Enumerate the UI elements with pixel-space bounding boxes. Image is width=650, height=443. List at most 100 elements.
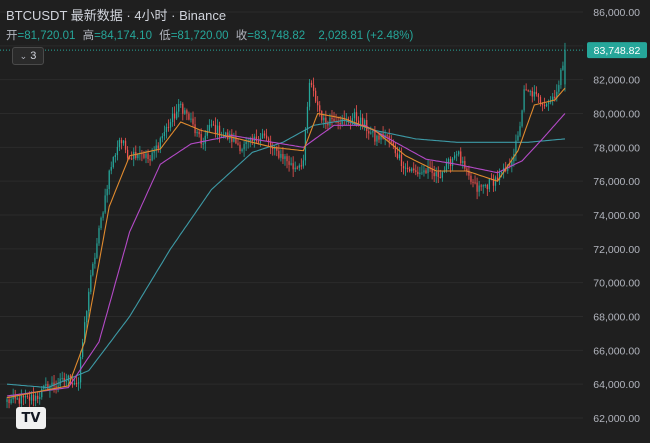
candle-body: [216, 125, 219, 134]
y-tick-label: 70,000.00: [593, 278, 640, 290]
indicators-toggle-button[interactable]: ⌄ 3: [12, 47, 44, 65]
last-price-badge-label: 83,748.82: [594, 45, 641, 57]
y-tick-label: 82,000.00: [593, 75, 640, 87]
candle-body: [300, 165, 302, 167]
candle-body: [98, 228, 100, 244]
candle-body: [182, 103, 184, 114]
candle-body: [521, 110, 523, 127]
candle-body: [558, 85, 560, 92]
y-tick-label: 72,000.00: [593, 244, 640, 256]
open-value: =81,720.01: [17, 30, 76, 42]
y-tick-label: 76,000.00: [593, 176, 640, 188]
candle-body: [65, 380, 67, 383]
candle-body: [317, 101, 319, 106]
candle-body: [525, 89, 527, 91]
candle-body: [323, 117, 325, 121]
candle-body: [169, 122, 172, 128]
candle-body: [425, 170, 427, 174]
candle-body: [529, 90, 531, 92]
price-axis[interactable]: 62,000.00 64,000.00 66,000.00 68,000.00 70,0…: [593, 7, 640, 425]
chevron-down-icon: ⌄: [19, 50, 28, 61]
candle-body: [153, 150, 155, 153]
candle-body: [523, 89, 525, 111]
candle-body: [198, 131, 200, 135]
candle-body: [263, 133, 266, 136]
candle-body: [435, 171, 437, 177]
candle-body: [292, 163, 294, 170]
candle-body: [16, 398, 18, 400]
tradingview-logo[interactable]: TV: [16, 407, 46, 429]
candle-body: [32, 394, 35, 401]
candle-body: [310, 82, 313, 85]
candle-body: [554, 96, 556, 99]
candle-body: [533, 91, 535, 97]
candle-body: [535, 91, 537, 95]
candle-body: [143, 153, 145, 158]
chart-title: BTCUSDT 最新数据 · 4小时 · Binance: [6, 8, 227, 23]
candle-body: [163, 131, 166, 137]
candle-body: [564, 50, 566, 85]
candle-body: [378, 135, 380, 140]
candle-body: [151, 152, 153, 161]
price-chart[interactable]: 62,000.00 64,000.00 66,000.00 68,000.00 70,0…: [0, 0, 650, 443]
candle-body: [112, 156, 114, 168]
candle-body: [86, 311, 88, 323]
candle-body: [145, 153, 147, 158]
candle-body: [10, 399, 12, 404]
candle-body: [543, 104, 546, 107]
candle-body: [257, 140, 260, 143]
candle-body: [92, 263, 94, 276]
candle-body: [441, 172, 443, 178]
candle-body: [400, 154, 403, 167]
candle-body: [494, 177, 497, 186]
candle-body: [90, 275, 92, 292]
candle-body: [359, 117, 362, 125]
candle-body: [118, 139, 121, 147]
candle-body: [243, 144, 245, 150]
candle-body: [120, 139, 123, 144]
candle-body: [415, 170, 417, 172]
candle-body: [110, 167, 112, 171]
ma-long-line: [6, 119, 566, 389]
candle-body: [24, 395, 27, 398]
candle-body: [547, 102, 550, 104]
close-value: =83,748.82: [247, 30, 306, 42]
candle-body: [200, 134, 202, 145]
candle-body: [437, 171, 439, 177]
ohlc-readout: 开=81,720.01 高=84,174.10 低=81,720.00 收=83…: [6, 27, 413, 43]
candle-body: [308, 82, 311, 107]
candle-body: [114, 155, 116, 157]
candle-body: [202, 143, 204, 145]
candle-body: [22, 395, 25, 398]
candle-body: [296, 167, 298, 169]
candle-body: [409, 169, 411, 172]
candle-body: [157, 145, 159, 149]
candle-body: [212, 124, 215, 126]
candle-body: [478, 185, 480, 192]
candle-body: [294, 167, 296, 170]
candle-body: [315, 90, 317, 102]
ma-short-line: [6, 87, 566, 399]
candle-body: [77, 382, 80, 384]
low-label: 低: [159, 30, 171, 42]
candle-body: [214, 124, 217, 134]
candle-body: [28, 396, 31, 401]
candle-body: [355, 112, 358, 121]
candle-body: [190, 118, 192, 120]
candle-body: [333, 119, 335, 122]
candle-body: [325, 117, 327, 123]
candle-body: [161, 136, 163, 139]
candle-body: [149, 159, 151, 161]
candle-body: [204, 135, 206, 144]
candle-body: [366, 120, 368, 132]
candle-body: [284, 156, 286, 159]
candle-body: [302, 160, 305, 167]
candle-body: [376, 135, 378, 142]
candle-body: [470, 175, 472, 182]
candle-body: [417, 171, 419, 175]
candle-body: [464, 160, 466, 169]
candle-body: [306, 106, 309, 130]
ma-mid-line: [6, 113, 566, 397]
candle-body: [439, 176, 441, 178]
candle-body: [237, 143, 239, 145]
